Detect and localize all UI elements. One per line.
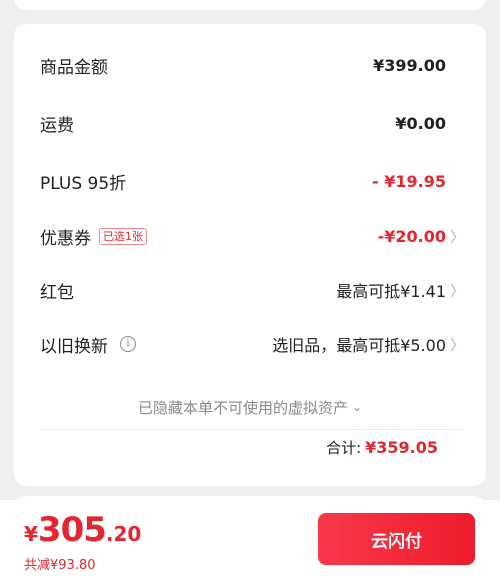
currency-symbol: ¥: [24, 522, 38, 546]
pay-amount: ¥ 305 .20: [24, 510, 141, 550]
total-row: 合计: ¥359.05: [326, 432, 438, 462]
chevron-right-icon: 〉: [450, 227, 466, 246]
plus-discount-value: - ¥19.95: [372, 171, 446, 191]
previous-card: [14, 0, 486, 10]
total-saving: 共减¥93.80: [24, 558, 96, 573]
red-packet-value-text: 最高可抵¥1.41: [336, 282, 446, 301]
chevron-down-icon: ⌄: [351, 400, 363, 414]
row-coupon[interactable]: 优惠券 已选1张 -¥20.00 〉: [40, 221, 466, 251]
hidden-assets-note: 已隐藏本单不可使用的虚拟资产: [137, 398, 348, 417]
red-packet-label: 红包: [40, 282, 74, 303]
shipping-value: ¥0.00: [395, 113, 446, 133]
divider: [40, 429, 464, 430]
pay-button[interactable]: 云闪付: [318, 513, 475, 565]
row-goods-amount: 商品金额 ¥399.00: [40, 50, 464, 80]
total-label: 合计:: [326, 438, 362, 457]
red-packet-value: 最高可抵¥1.41: [336, 278, 446, 302]
trade-in-value: 选旧品，最高可抵¥5.00: [272, 336, 446, 355]
goods-amount-value: ¥399.00: [373, 55, 446, 75]
order-summary-card: 商品金额 ¥399.00 运费 ¥0.00 PLUS 95折 - ¥19.95 …: [14, 24, 486, 486]
shipping-label: 运费: [40, 115, 74, 136]
amount-decimal: .20: [105, 522, 142, 546]
coupon-label: 优惠券: [40, 228, 91, 249]
row-shipping: 运费 ¥0.00: [40, 108, 464, 138]
row-trade-in[interactable]: 以旧换新 i 选旧品，最高可抵¥5.00 〉: [40, 329, 466, 359]
chevron-right-icon: 〉: [450, 281, 466, 300]
total-value: ¥359.05: [365, 437, 438, 457]
row-plus-discount: PLUS 95折 - ¥19.95: [40, 166, 464, 196]
hidden-assets-toggle[interactable]: 已隐藏本单不可使用的虚拟资产 ⌄: [14, 396, 486, 418]
coupon-selected-badge: 已选1张: [99, 227, 147, 245]
checkout-bar: ¥ 305 .20 共减¥93.80 云闪付: [0, 500, 500, 581]
amount-integer: 305: [37, 510, 107, 550]
info-icon[interactable]: i: [120, 336, 136, 352]
coupon-value: -¥20.00: [377, 226, 446, 246]
goods-amount-label: 商品金额: [40, 57, 108, 78]
trade-in-label: 以旧换新: [40, 336, 108, 357]
row-red-packet[interactable]: 红包 最高可抵¥1.41 〉: [40, 275, 466, 305]
plus-discount-label: PLUS 95折: [40, 173, 127, 194]
chevron-right-icon: 〉: [450, 335, 466, 354]
